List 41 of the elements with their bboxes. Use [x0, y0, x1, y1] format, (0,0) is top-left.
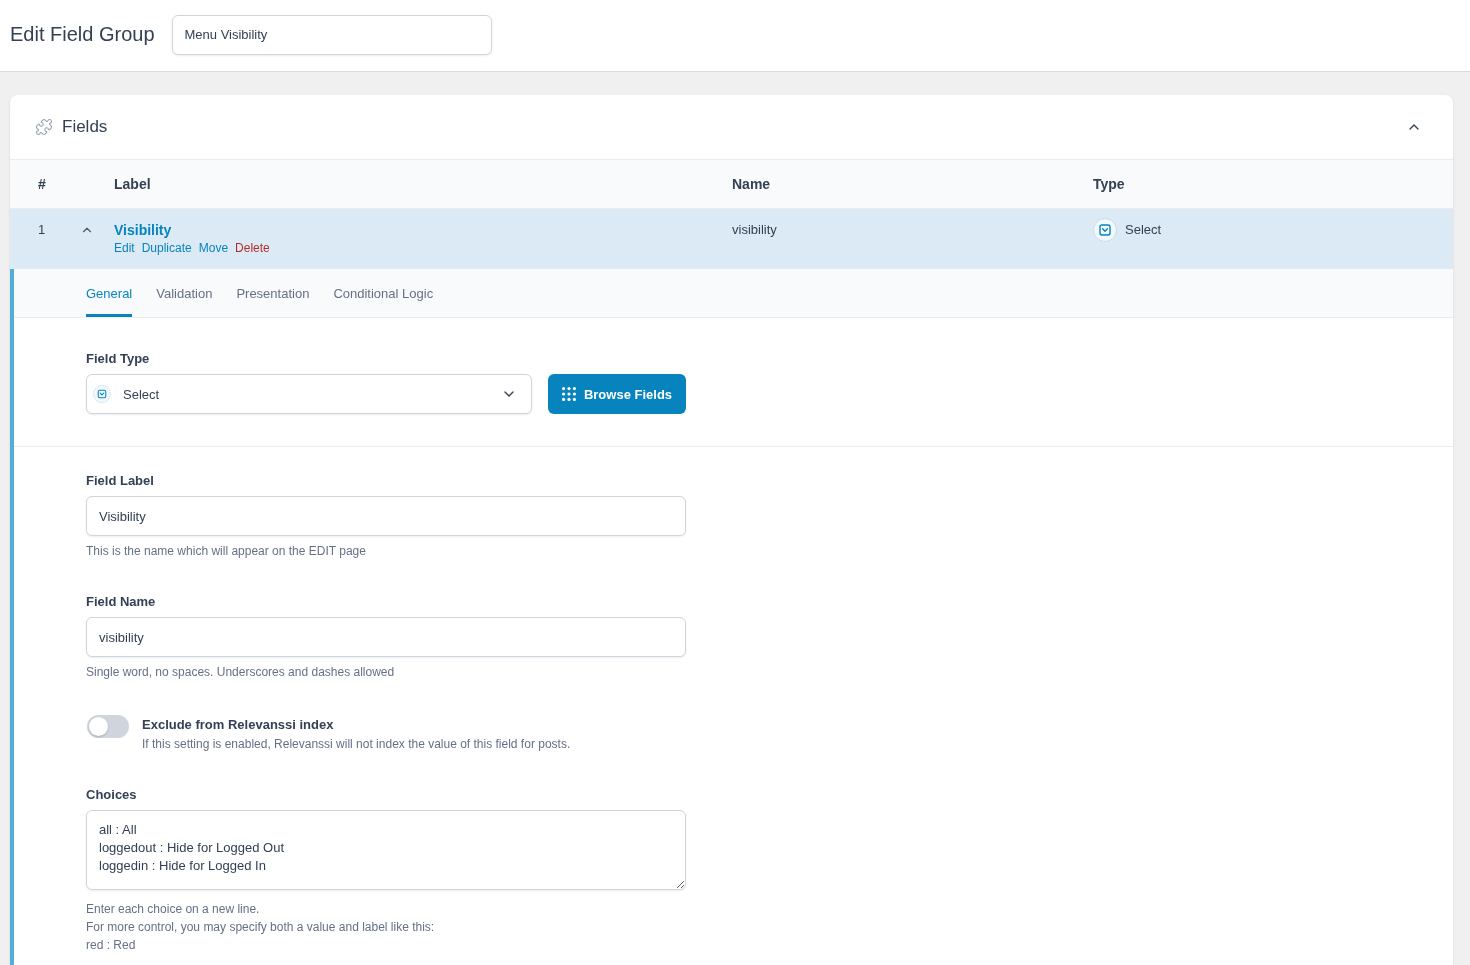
action-link[interactable]: Move — [198, 240, 229, 256]
puzzle-icon — [35, 118, 53, 136]
toggle-switch[interactable] — [87, 715, 129, 738]
field-type-text: Select — [1125, 221, 1162, 239]
settings-tab[interactable]: Validation — [156, 269, 213, 317]
field-label-link[interactable]: Visibility — [114, 221, 172, 239]
title-field[interactable]: Menu Visibility — [171, 14, 492, 55]
help-text: red : Red — [86, 937, 136, 954]
setting-label: Field Type — [86, 350, 150, 368]
column-header: # — [38, 176, 46, 192]
action-link[interactable]: Delete — [235, 240, 270, 256]
setting-label: Field Label — [86, 472, 154, 490]
help-text: This is the name which will appear on the EDIT page — [86, 543, 366, 560]
help-text: For more control, you may specify both a value and label like this: — [86, 919, 435, 936]
toggle-description: If this setting is enabled, Relevanssi will not index the value of this field for posts. — [142, 736, 571, 753]
row-number: 1 — [38, 221, 46, 239]
toggle-label: Exclude from Relevanssi index — [142, 716, 334, 734]
panel-title: Fields — [62, 117, 108, 137]
column-header: Name — [732, 176, 771, 192]
field-row[interactable]: 1 Visibility Edit Duplicate Move Delete visibility Select — [10, 209, 1453, 269]
column-header: Label — [114, 176, 151, 192]
text-input[interactable]: Visibility — [86, 496, 686, 536]
browse-fields-button[interactable]: Browse Fields — [548, 374, 686, 414]
field-name-text: visibility — [732, 221, 777, 239]
action-link[interactable]: Edit — [114, 240, 135, 256]
help-text: Enter each choice on a new line. — [86, 901, 260, 918]
settings-tab[interactable]: Conditional Logic — [333, 269, 434, 317]
help-text: Single word, no spaces. Underscores and dashes allowed — [86, 664, 395, 681]
action-link[interactable]: Duplicate — [141, 240, 192, 256]
settings-tab[interactable]: General — [86, 269, 133, 317]
textarea-field[interactable]: all : All loggedout : Hide for Logged Out loggedin : Hide for Logged In — [86, 810, 686, 890]
dropdown-type-icon — [93, 385, 111, 403]
grid-dots-icon — [561, 387, 576, 401]
page-title: Edit Field Group — [10, 23, 155, 46]
column-header: Type — [1093, 176, 1125, 192]
setting-label: Field Name — [86, 593, 156, 611]
settings-tab[interactable]: Presentation — [236, 269, 310, 317]
dropdown-type-icon — [1093, 218, 1117, 242]
setting-label: Choices — [86, 786, 137, 804]
text-input[interactable]: visibility — [86, 617, 686, 657]
field-type-select[interactable]: Select — [86, 374, 532, 414]
